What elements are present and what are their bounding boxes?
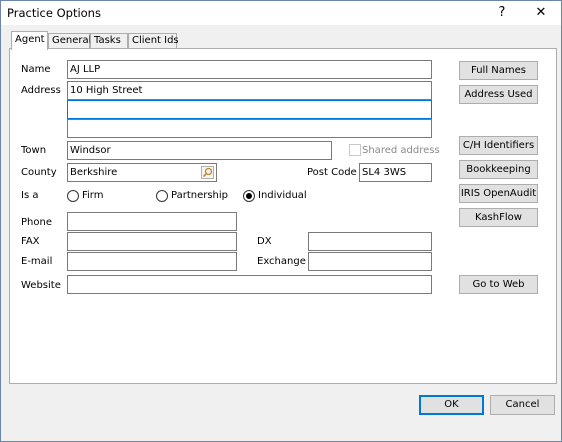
agent-panel: Name AJ LLP Address 10 High Street Town … <box>9 48 557 384</box>
town-label: Town <box>21 145 47 156</box>
tab-tasks[interactable]: Tasks <box>90 33 128 49</box>
address-line-1[interactable]: 10 High Street <box>67 81 432 100</box>
help-button[interactable]: ? <box>482 1 522 25</box>
website-label: Website <box>21 280 61 291</box>
radio-firm[interactable] <box>67 190 79 202</box>
search-icon[interactable] <box>201 166 214 179</box>
is-a-label: Is a <box>21 190 39 201</box>
tab-agent[interactable]: Agent <box>11 31 48 50</box>
website-input[interactable] <box>67 275 432 294</box>
radio-individual[interactable] <box>243 190 255 202</box>
shared-address-checkbox[interactable] <box>349 144 361 156</box>
kashflow-button[interactable]: KashFlow <box>459 208 538 227</box>
tab-client-ids[interactable]: Client Ids <box>128 33 179 49</box>
shared-address-label: Shared address <box>362 145 440 156</box>
bookkeeping-button[interactable]: Bookkeeping <box>459 160 538 179</box>
title-bar: Practice Options ? ✕ <box>1 1 561 25</box>
exchange-input[interactable] <box>308 252 432 271</box>
fax-input[interactable] <box>67 232 237 251</box>
address-used-button[interactable]: Address Used <box>459 85 538 104</box>
address-line-3[interactable] <box>67 119 432 138</box>
postcode-label: Post Code <box>307 167 357 178</box>
ok-button[interactable]: OK <box>419 395 484 415</box>
dialog-title: Practice Options <box>7 6 101 20</box>
practice-options-dialog: Practice Options ? ✕ Agent General Tasks… <box>0 0 562 442</box>
cancel-button[interactable]: Cancel <box>490 395 555 415</box>
email-input[interactable] <box>67 252 237 271</box>
email-label: E-mail <box>21 256 53 267</box>
name-label: Name <box>21 64 51 75</box>
dx-label: DX <box>257 236 272 247</box>
fax-label: FAX <box>21 236 40 247</box>
radio-partnership-label: Partnership <box>171 190 229 201</box>
go-to-web-button[interactable]: Go to Web <box>459 275 538 294</box>
dx-input[interactable] <box>308 232 432 251</box>
phone-input[interactable] <box>67 212 237 231</box>
county-input[interactable]: Berkshire <box>67 163 217 182</box>
address-label: Address <box>21 85 61 96</box>
exchange-label: Exchange <box>257 256 306 267</box>
town-input[interactable]: Windsor <box>67 141 332 160</box>
county-label: County <box>21 167 57 178</box>
radio-partnership[interactable] <box>156 190 168 202</box>
close-button[interactable]: ✕ <box>521 1 561 25</box>
tab-general[interactable]: General <box>48 33 91 49</box>
iris-openaudit-button[interactable]: IRIS OpenAudit <box>459 184 538 203</box>
full-names-button[interactable]: Full Names <box>459 61 538 80</box>
ch-identifiers-button[interactable]: C/H Identifiers <box>459 136 538 155</box>
address-line-2[interactable] <box>67 100 432 119</box>
radio-firm-label: Firm <box>82 190 104 201</box>
name-input[interactable]: AJ LLP <box>67 60 432 79</box>
postcode-input[interactable]: SL4 3WS <box>359 163 432 182</box>
phone-label: Phone <box>21 217 52 228</box>
radio-individual-label: Individual <box>258 190 307 201</box>
